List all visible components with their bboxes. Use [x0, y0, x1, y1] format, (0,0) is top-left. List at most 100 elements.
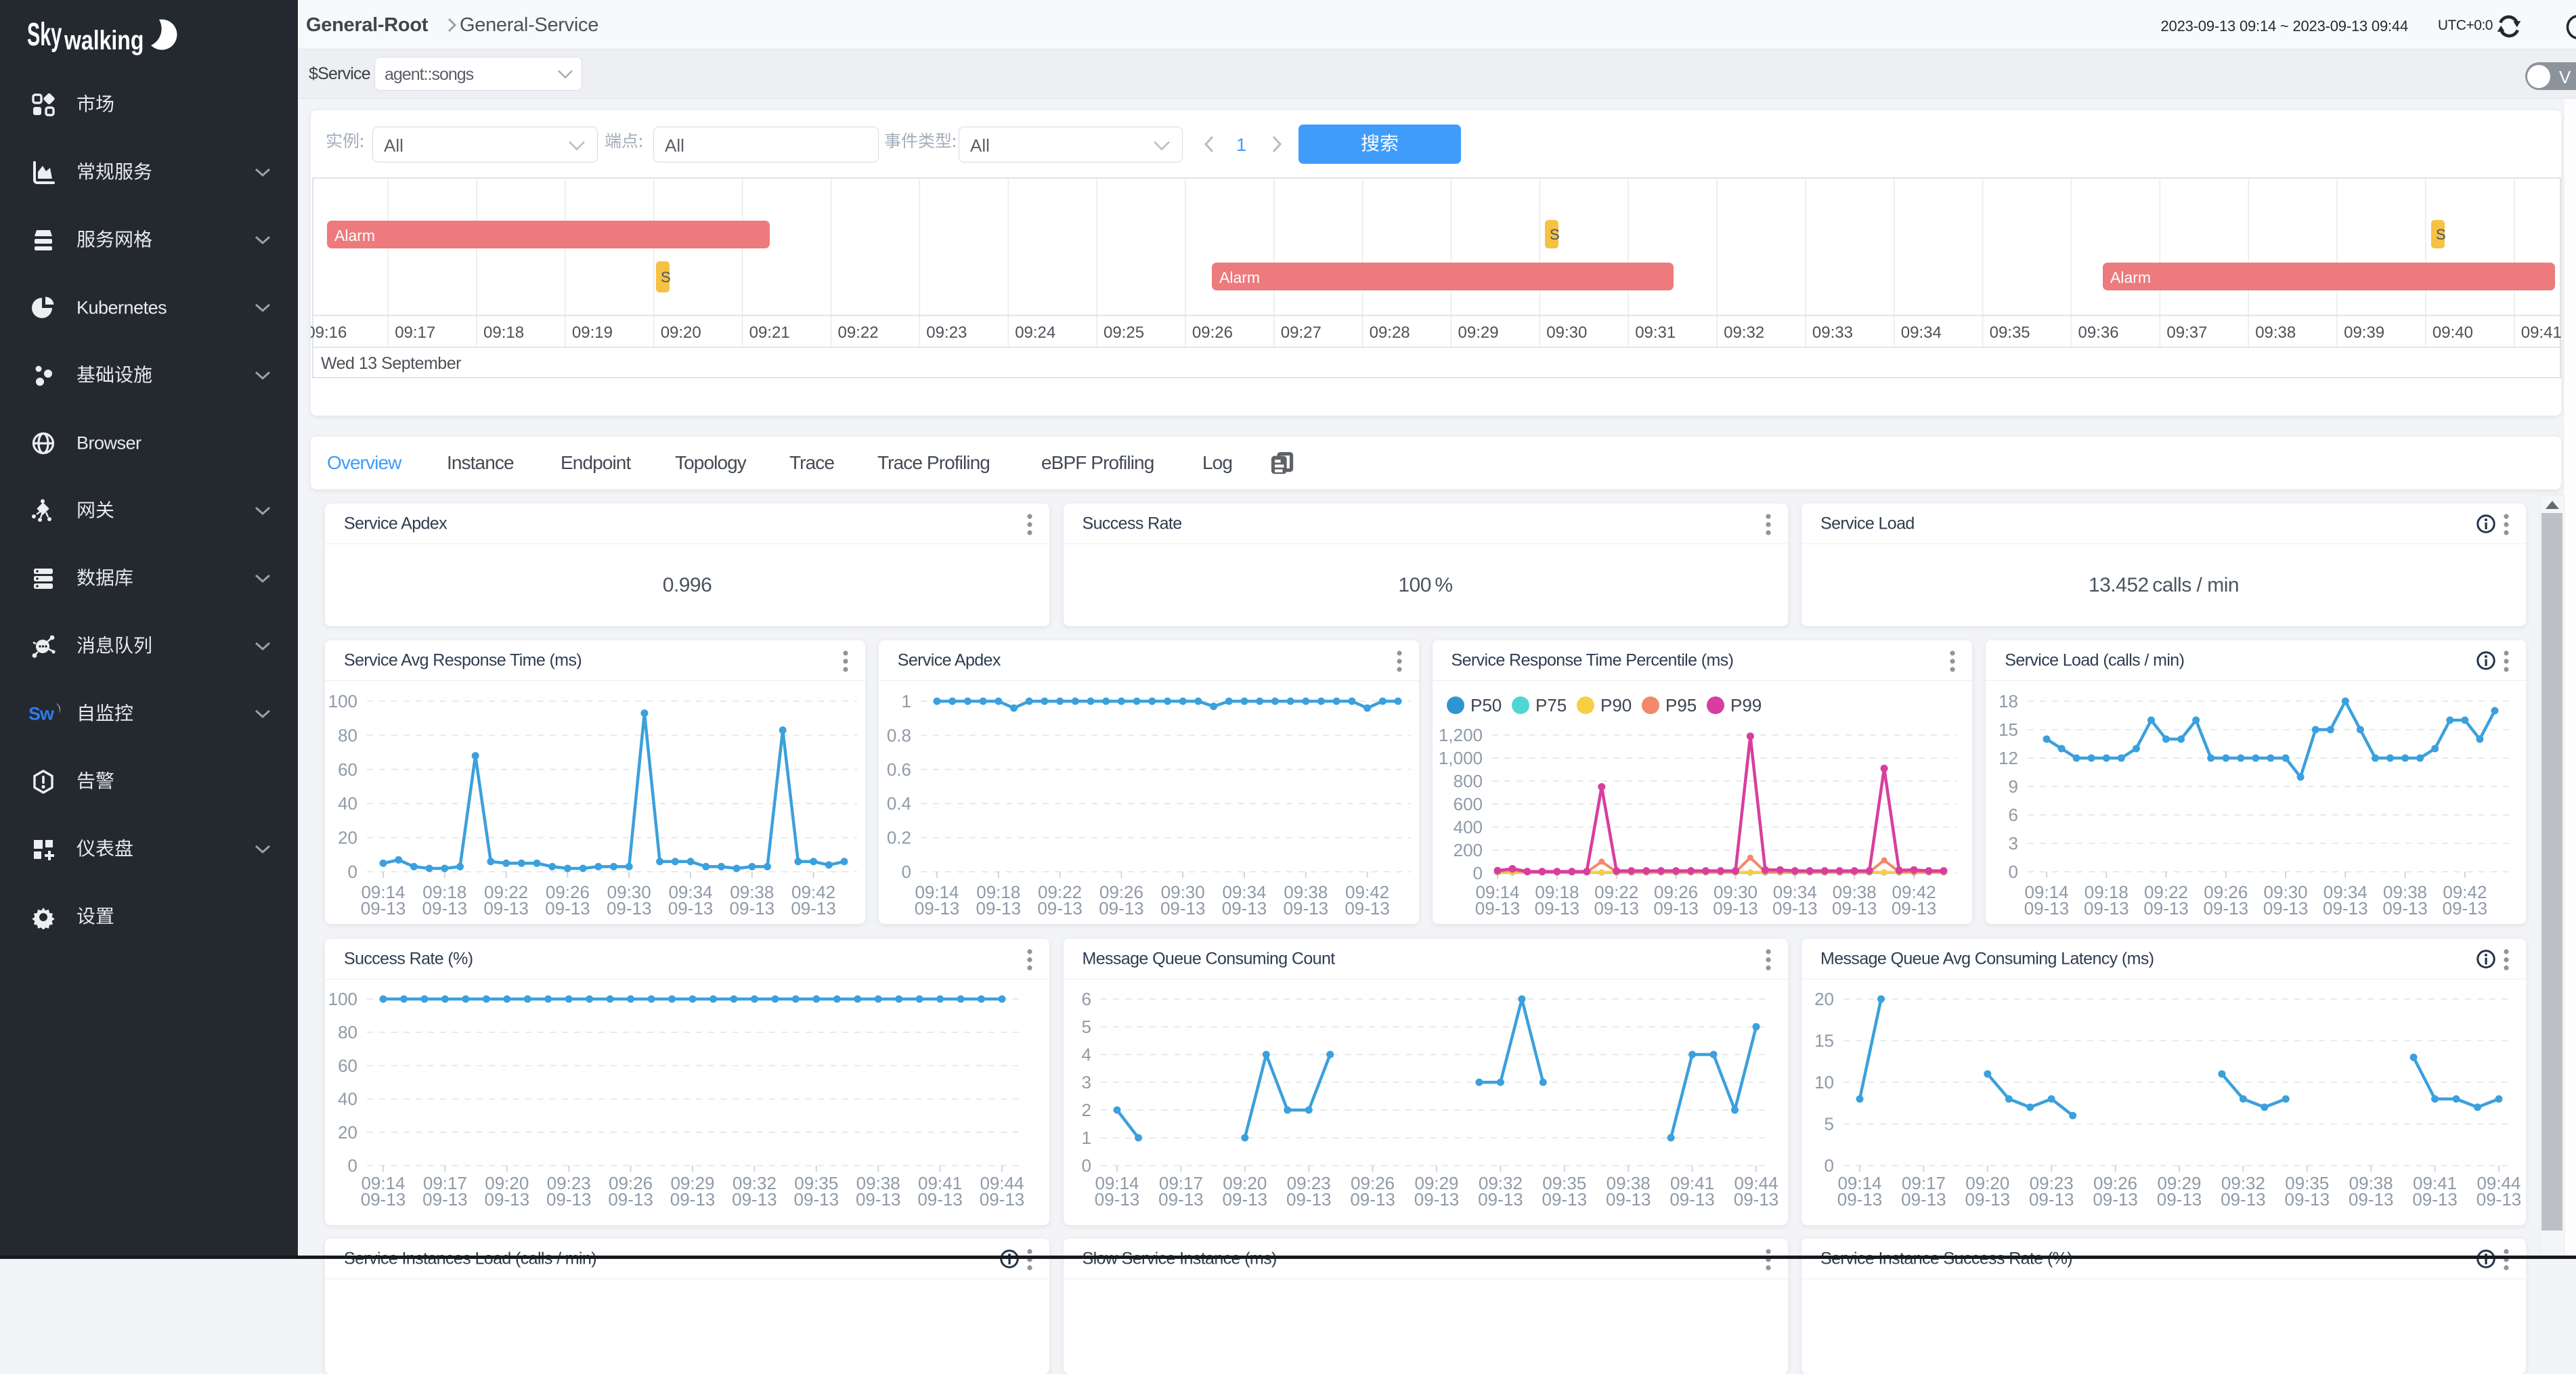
svg-text:09:39: 09:39: [2344, 324, 2384, 342]
svg-text:6: 6: [2009, 805, 2018, 825]
svg-text:09-13: 09-13: [2093, 1189, 2138, 1210]
svg-text:09-13: 09-13: [732, 1189, 777, 1210]
svg-text:100: 100: [328, 989, 357, 1009]
svg-text:09-13: 09-13: [730, 898, 775, 918]
svg-text:6: 6: [1081, 989, 1091, 1009]
svg-text:09-13: 09-13: [546, 1189, 592, 1210]
svg-text:09-13: 09-13: [1037, 898, 1083, 918]
svg-text:09:28: 09:28: [1370, 324, 1410, 342]
svg-text:09-13: 09-13: [545, 898, 590, 918]
svg-text:Alarm: Alarm: [334, 227, 375, 244]
svg-text:09:27: 09:27: [1281, 324, 1322, 342]
svg-text:09:38: 09:38: [2255, 324, 2296, 342]
svg-text:09-13: 09-13: [2323, 898, 2368, 918]
svg-text:09-13: 09-13: [1542, 1189, 1587, 1210]
svg-text:09-13: 09-13: [1160, 898, 1206, 918]
svg-text:400: 400: [1453, 817, 1482, 837]
svg-text:09-13: 09-13: [607, 898, 652, 918]
svg-text:09-13: 09-13: [1286, 1189, 1331, 1210]
svg-text:09-13: 09-13: [1099, 898, 1144, 918]
svg-text:0: 0: [348, 1155, 357, 1176]
svg-text:09-13: 09-13: [422, 1189, 468, 1210]
svg-text:60: 60: [338, 1055, 357, 1076]
svg-text:40: 40: [338, 793, 357, 814]
svg-text:09-13: 09-13: [1475, 898, 1520, 918]
svg-text:80: 80: [338, 725, 357, 745]
svg-text:09:20: 09:20: [661, 324, 701, 342]
svg-text:09-13: 09-13: [2476, 1189, 2522, 1210]
svg-text:09-13: 09-13: [917, 1189, 963, 1210]
svg-text:12: 12: [1999, 748, 2018, 768]
svg-text:0: 0: [1472, 863, 1482, 883]
svg-text:09-13: 09-13: [483, 898, 529, 918]
svg-text:09:34: 09:34: [1901, 324, 1942, 342]
svg-text:09-13: 09-13: [2285, 1189, 2330, 1210]
svg-text:09-13: 09-13: [794, 1189, 839, 1210]
svg-text:09-13: 09-13: [1772, 898, 1818, 918]
svg-text:15: 15: [1999, 719, 2018, 740]
svg-text:09:31: 09:31: [1635, 324, 1676, 342]
svg-text:09:25: 09:25: [1104, 324, 1144, 342]
svg-text:1,000: 1,000: [1438, 748, 1482, 768]
svg-text:09-13: 09-13: [1669, 1189, 1715, 1210]
svg-text:09-13: 09-13: [361, 898, 406, 918]
svg-text:0: 0: [901, 862, 911, 882]
svg-text:09-13: 09-13: [1594, 898, 1639, 918]
svg-text:09-13: 09-13: [1965, 1189, 2011, 1210]
svg-text:09:22: 09:22: [838, 324, 879, 342]
svg-text:Alarm: Alarm: [2110, 269, 2151, 286]
svg-text:200: 200: [1453, 840, 1482, 860]
svg-text:S: S: [1550, 226, 1560, 243]
svg-text:09-13: 09-13: [1094, 1189, 1139, 1210]
svg-text:09:17: 09:17: [395, 324, 435, 342]
svg-text:09-13: 09-13: [2029, 1189, 2074, 1210]
svg-text:3: 3: [2009, 833, 2018, 854]
svg-text:Alarm: Alarm: [1219, 269, 1260, 286]
svg-text:09-13: 09-13: [1891, 898, 1936, 918]
svg-text:09-13: 09-13: [2204, 898, 2249, 918]
svg-text:S: S: [661, 269, 671, 286]
svg-text:09-13: 09-13: [1158, 1189, 1204, 1210]
svg-text:P75: P75: [1535, 695, 1567, 715]
svg-text:09-13: 09-13: [1733, 1189, 1778, 1210]
svg-text:09:30: 09:30: [1546, 324, 1587, 342]
svg-text:3: 3: [1081, 1072, 1091, 1092]
svg-text:09-13: 09-13: [668, 898, 714, 918]
svg-text:0.8: 0.8: [887, 725, 911, 745]
svg-text:0.2: 0.2: [887, 828, 911, 848]
svg-text:09-13: 09-13: [2157, 1189, 2202, 1210]
svg-text:09-13: 09-13: [1713, 898, 1758, 918]
svg-text:09-13: 09-13: [1222, 898, 1267, 918]
svg-text:0: 0: [2009, 862, 2018, 882]
svg-text:09:23: 09:23: [926, 324, 967, 342]
svg-text:09:41: 09:41: [2521, 324, 2561, 342]
svg-text:09-13: 09-13: [1283, 898, 1328, 918]
svg-text:600: 600: [1453, 794, 1482, 814]
svg-text:09-13: 09-13: [2144, 898, 2189, 918]
svg-text:09-13: 09-13: [608, 1189, 653, 1210]
svg-text:09:40: 09:40: [2432, 324, 2473, 342]
svg-text:0: 0: [1825, 1155, 1834, 1176]
svg-text:P95: P95: [1665, 695, 1697, 715]
svg-text:09-13: 09-13: [856, 1189, 901, 1210]
svg-text:09-13: 09-13: [1901, 1189, 1946, 1210]
svg-text:9: 9: [2009, 776, 2018, 797]
svg-text:09-13: 09-13: [670, 1189, 716, 1210]
svg-text:0: 0: [348, 862, 357, 882]
svg-text:20: 20: [1814, 989, 1834, 1009]
svg-text:1: 1: [1081, 1128, 1091, 1148]
svg-text:09-13: 09-13: [915, 898, 960, 918]
svg-text:0: 0: [1081, 1155, 1091, 1176]
svg-text:09-13: 09-13: [1831, 898, 1877, 918]
svg-text:5: 5: [1081, 1017, 1091, 1037]
svg-text:10: 10: [1814, 1072, 1834, 1092]
svg-text:40: 40: [338, 1089, 357, 1109]
svg-text:09-13: 09-13: [422, 898, 468, 918]
svg-text:09:36: 09:36: [2078, 324, 2119, 342]
svg-text:4: 4: [1081, 1044, 1091, 1065]
svg-text:09-13: 09-13: [2383, 898, 2428, 918]
svg-text:09-13: 09-13: [2412, 1189, 2458, 1210]
svg-text:15: 15: [1814, 1031, 1834, 1051]
svg-text:09:32: 09:32: [1724, 324, 1764, 342]
svg-text:09:37: 09:37: [2166, 324, 2207, 342]
